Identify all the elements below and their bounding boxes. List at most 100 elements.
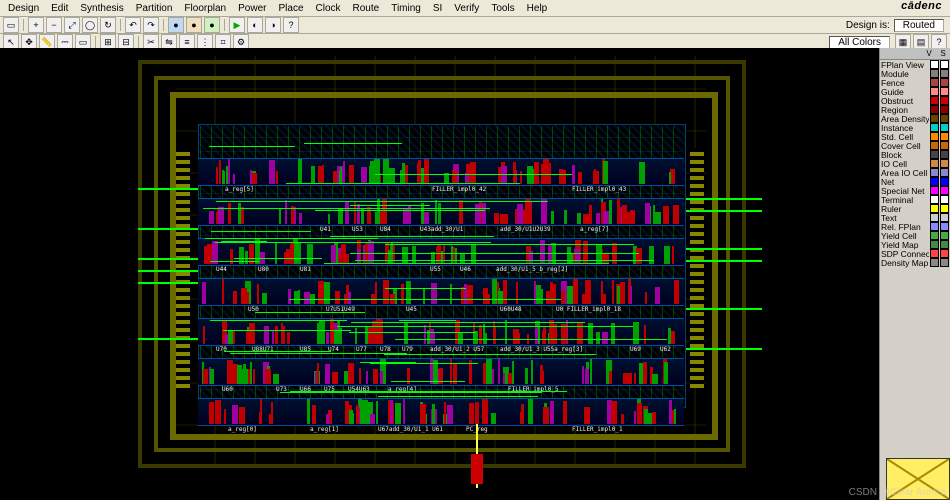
std-cell <box>596 332 600 344</box>
open-icon[interactable]: ▭ <box>3 17 19 33</box>
visibility-swatch-icon[interactable] <box>930 78 939 87</box>
visibility-swatch-icon[interactable] <box>930 177 939 186</box>
cell-label: PC_reg <box>466 426 488 433</box>
visibility-swatch-icon[interactable] <box>930 105 939 114</box>
std-cell <box>233 174 235 184</box>
std-cell <box>355 328 357 344</box>
visibility-swatch-icon[interactable] <box>930 186 939 195</box>
std-cell <box>644 325 646 344</box>
select-swatch-icon[interactable] <box>940 168 949 177</box>
hilite-icon[interactable]: ● <box>168 17 184 33</box>
rp-header-s[interactable]: S <box>936 48 950 59</box>
visibility-swatch-icon[interactable] <box>930 222 939 231</box>
menu-design[interactable]: Design <box>2 3 45 14</box>
visibility-swatch-icon[interactable] <box>930 159 939 168</box>
std-cell <box>295 243 301 264</box>
visibility-swatch-icon[interactable] <box>930 96 939 105</box>
tool1-icon[interactable]: ◐ <box>247 17 263 33</box>
menu-partition[interactable]: Partition <box>130 3 179 14</box>
visibility-swatch-icon[interactable] <box>930 258 939 267</box>
select-swatch-icon[interactable] <box>940 78 949 87</box>
menu-help[interactable]: Help <box>521 3 554 14</box>
tool3-icon[interactable]: ? <box>283 17 299 33</box>
visibility-swatch-icon[interactable] <box>930 60 939 69</box>
select-swatch-icon[interactable] <box>940 105 949 114</box>
select-swatch-icon[interactable] <box>940 141 949 150</box>
std-cell <box>250 362 252 384</box>
menu-timing[interactable]: Timing <box>385 3 427 14</box>
std-cell <box>452 170 457 184</box>
menu-tools[interactable]: Tools <box>485 3 520 14</box>
select-swatch-icon[interactable] <box>940 87 949 96</box>
select-swatch-icon[interactable] <box>940 114 949 123</box>
visibility-swatch-icon[interactable] <box>930 195 939 204</box>
visibility-swatch-icon[interactable] <box>930 240 939 249</box>
std-cell <box>623 374 628 384</box>
select-swatch-icon[interactable] <box>940 222 949 231</box>
select-swatch-icon[interactable] <box>940 60 949 69</box>
std-cell <box>596 213 600 224</box>
std-cell <box>345 201 349 224</box>
select-swatch-icon[interactable] <box>940 258 949 267</box>
menu-si[interactable]: SI <box>427 3 448 14</box>
std-cell <box>543 326 546 344</box>
tool2-icon[interactable]: ◑ <box>265 17 281 33</box>
std-cell <box>332 372 338 384</box>
select-swatch-icon[interactable] <box>940 69 949 78</box>
brand-logo: cādenc <box>895 0 948 12</box>
visibility-swatch-icon[interactable] <box>930 231 939 240</box>
select-swatch-icon[interactable] <box>940 213 949 222</box>
zoom-out-icon[interactable]: − <box>46 17 62 33</box>
select-swatch-icon[interactable] <box>940 132 949 141</box>
zoom-in-icon[interactable]: + <box>28 17 44 33</box>
visibility-swatch-icon[interactable] <box>930 123 939 132</box>
visibility-swatch-icon[interactable] <box>930 141 939 150</box>
std-cell <box>585 369 589 384</box>
zoom-fit-icon[interactable]: ⤢ <box>64 17 80 33</box>
std-cell <box>634 411 636 424</box>
visibility-swatch-icon[interactable] <box>930 114 939 123</box>
hilite2-icon[interactable]: ● <box>186 17 202 33</box>
select-swatch-icon[interactable] <box>940 204 949 213</box>
menu-verify[interactable]: Verify <box>448 3 485 14</box>
std-cell <box>516 282 518 304</box>
menu-clock[interactable]: Clock <box>310 3 347 14</box>
menu-floorplan[interactable]: Floorplan <box>178 3 232 14</box>
select-swatch-icon[interactable] <box>940 240 949 249</box>
zoom-prev-icon[interactable]: ◯ <box>82 17 98 33</box>
select-swatch-icon[interactable] <box>940 249 949 258</box>
visibility-swatch-icon[interactable] <box>930 204 939 213</box>
visibility-swatch-icon[interactable] <box>930 69 939 78</box>
menu-route[interactable]: Route <box>347 3 386 14</box>
run-icon[interactable]: ▶ <box>229 17 245 33</box>
select-swatch-icon[interactable] <box>940 231 949 240</box>
select-swatch-icon[interactable] <box>940 159 949 168</box>
visibility-swatch-icon[interactable] <box>930 168 939 177</box>
menu-edit[interactable]: Edit <box>45 3 74 14</box>
visibility-swatch-icon[interactable] <box>930 87 939 96</box>
visibility-swatch-icon[interactable] <box>930 249 939 258</box>
menu-place[interactable]: Place <box>272 3 309 14</box>
menu-power[interactable]: Power <box>232 3 272 14</box>
select-swatch-icon[interactable] <box>940 150 949 159</box>
refresh-icon[interactable]: ↻ <box>100 17 116 33</box>
rp-header-v[interactable]: V <box>922 48 936 59</box>
hilite3-icon[interactable]: ● <box>204 17 220 33</box>
visibility-swatch-icon[interactable] <box>930 150 939 159</box>
visibility-swatch-icon[interactable] <box>930 213 939 222</box>
select-swatch-icon[interactable] <box>940 177 949 186</box>
select-swatch-icon[interactable] <box>940 96 949 105</box>
layout-canvas[interactable]: a_reg[5]FILLER_impl0_42FILLER_impl0_43U4… <box>0 48 879 500</box>
layer-row[interactable]: Density Map <box>880 258 950 267</box>
redo-icon[interactable]: ↷ <box>143 17 159 33</box>
undo-icon[interactable]: ↶ <box>125 17 141 33</box>
std-cell <box>247 292 249 304</box>
select-swatch-icon[interactable] <box>940 123 949 132</box>
visibility-swatch-icon[interactable] <box>930 132 939 141</box>
color-selector[interactable]: All Colors <box>829 36 890 49</box>
select-swatch-icon[interactable] <box>940 195 949 204</box>
menu-synthesis[interactable]: Synthesis <box>74 3 129 14</box>
std-cell <box>210 369 214 384</box>
std-cell <box>582 366 584 384</box>
select-swatch-icon[interactable] <box>940 186 949 195</box>
